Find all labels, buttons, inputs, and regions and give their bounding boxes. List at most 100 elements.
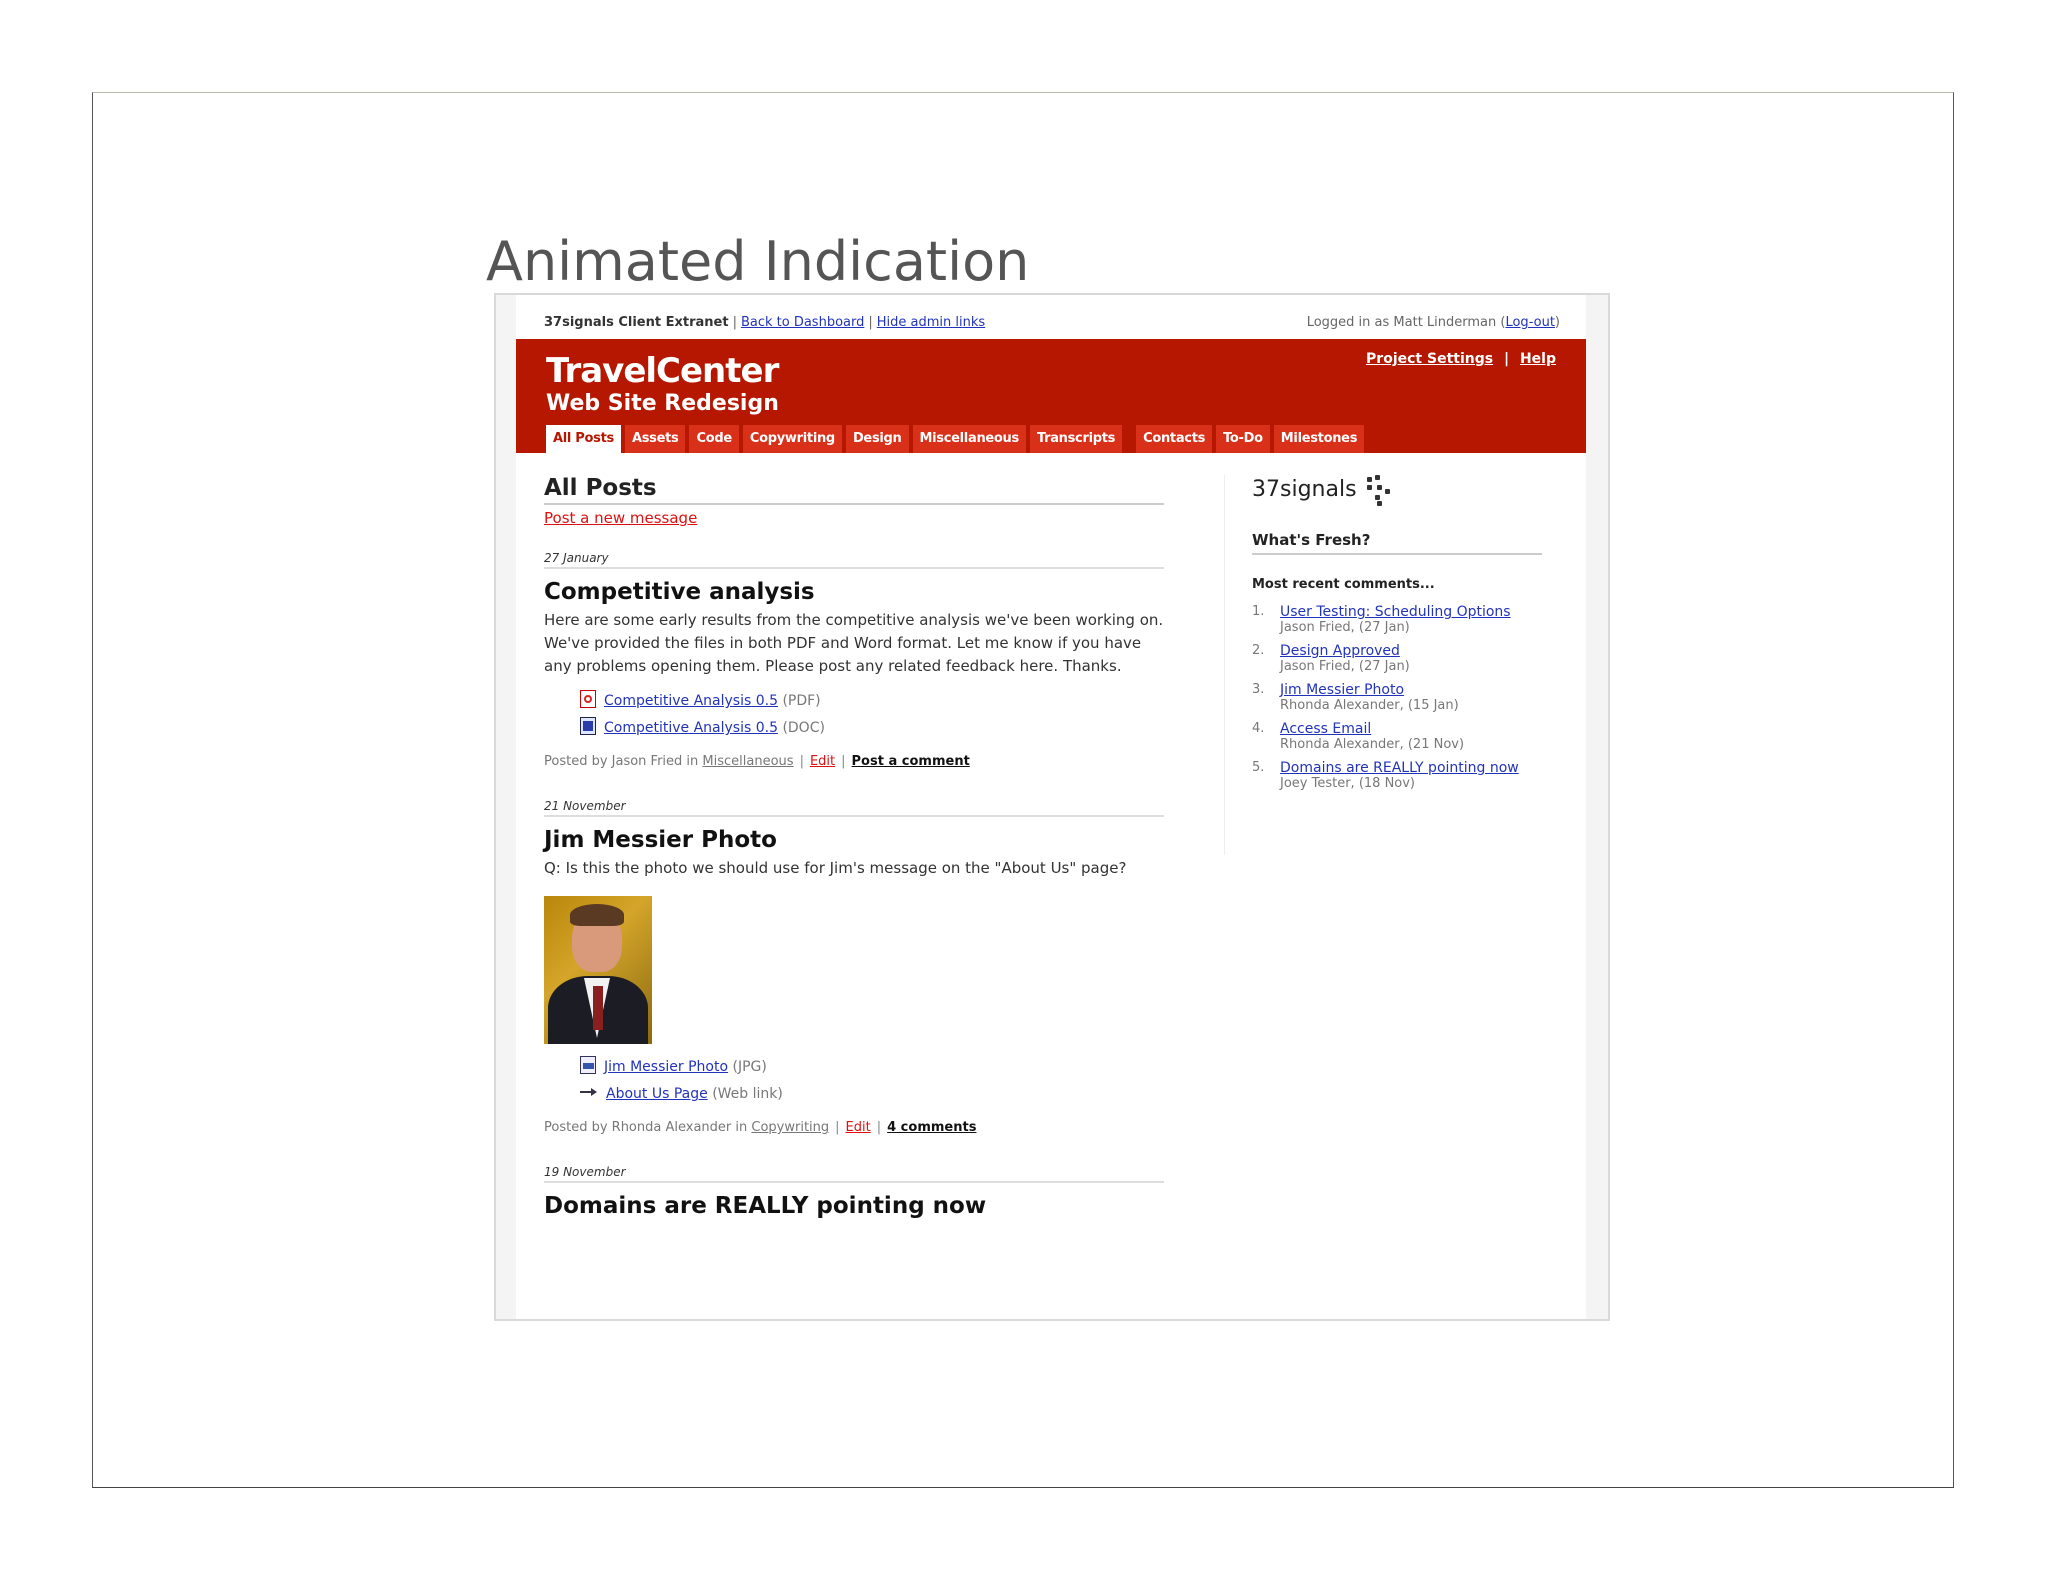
pdf-icon: [580, 690, 596, 708]
hide-admin-links-link[interactable]: Hide admin links: [877, 315, 985, 330]
company-logo: 37signals: [1252, 475, 1542, 506]
edit-link[interactable]: Edit: [810, 754, 835, 769]
post-title[interactable]: Jim Messier Photo: [544, 827, 1164, 853]
post-date: 27 January: [544, 551, 1164, 569]
item-number: 2.: [1252, 643, 1265, 658]
post-meta: Posted by Rhonda Alexander in Copywritin…: [544, 1120, 1164, 1135]
recent-comment-link[interactable]: Access Email: [1280, 721, 1371, 737]
item-number: 4.: [1252, 721, 1265, 736]
whats-fresh-heading: What's Fresh?: [1252, 531, 1542, 555]
post-title[interactable]: Domains are REALLY pointing now: [544, 1193, 1164, 1219]
tab-milestones[interactable]: Milestones: [1273, 425, 1365, 453]
attachment-link[interactable]: Competitive Analysis 0.5: [604, 693, 778, 709]
attachment-item: Competitive Analysis 0.5 (DOC): [580, 715, 1164, 742]
post-meta: Posted by Jason Fried in Miscellaneous | E…: [544, 754, 1164, 769]
post: 19 November Domains are REALLY pointing …: [544, 1165, 1164, 1219]
attachment-type: (PDF): [782, 693, 821, 709]
attachment-type: (Web link): [712, 1086, 783, 1102]
top-separator: |: [732, 315, 737, 330]
posts-heading: All Posts: [544, 475, 1164, 505]
tab-code[interactable]: Code: [689, 425, 739, 453]
recent-comments-heading: Most recent comments...: [1252, 577, 1435, 592]
meta-separator: |: [835, 1120, 840, 1135]
tab-copywriting[interactable]: Copywriting: [742, 425, 842, 453]
tab-miscellaneous[interactable]: Miscellaneous: [912, 425, 1026, 453]
attachment-link[interactable]: About Us Page: [606, 1086, 708, 1102]
attachment-item: About Us Page (Web link): [580, 1081, 1164, 1108]
category-link[interactable]: Copywriting: [751, 1120, 829, 1135]
top-separator: |: [868, 315, 873, 330]
recent-comment-author: Rhonda Alexander, (15 Jan): [1280, 698, 1459, 713]
top-bar-left: 37signals Client Extranet | Back to Dashbo…: [544, 315, 985, 330]
logout-link[interactable]: Log-out: [1505, 315, 1554, 330]
37signals-logo-icon: [1365, 475, 1395, 506]
attachment-item: Competitive Analysis 0.5 (PDF): [580, 688, 1164, 715]
nav-tabs: All Posts Assets Code Copywriting Design…: [546, 425, 1365, 453]
web-link-arrow-icon: [580, 1085, 598, 1099]
posted-by: Posted by Rhonda Alexander in: [544, 1120, 748, 1135]
tab-contacts[interactable]: Contacts: [1136, 425, 1213, 453]
back-to-dashboard-link[interactable]: Back to Dashboard: [741, 315, 864, 330]
recent-comment-link[interactable]: Design Approved: [1280, 643, 1400, 659]
tab-assets[interactable]: Assets: [624, 425, 686, 453]
tab-to-do[interactable]: To-Do: [1216, 425, 1270, 453]
top-bar: 37signals Client Extranet | Back to Dashbo…: [516, 295, 1586, 339]
meta-separator: |: [841, 754, 846, 769]
sidebar: 37signals What's Fresh? Most recent comm…: [1224, 475, 1542, 855]
attachments-list: Competitive Analysis 0.5 (PDF) Competiti…: [580, 688, 1164, 742]
list-item: 3. Jim Messier Photo Rhonda Alexander, (15…: [1252, 682, 1542, 713]
portrait-photo: [544, 896, 652, 1044]
brand-title: TravelCenter: [546, 351, 779, 391]
logged-in-text: Logged in as Matt Linderman (: [1306, 315, 1506, 330]
item-number: 5.: [1252, 760, 1265, 775]
post-date: 21 November: [544, 799, 1164, 817]
recent-comment-author: Joey Tester, (18 Nov): [1280, 776, 1416, 791]
comments-link[interactable]: 4 comments: [887, 1120, 976, 1135]
post-body: Here are some early results from the com…: [544, 611, 1164, 675]
slide-title: Animated Indication: [486, 230, 1030, 293]
sidebar-divider: [1224, 475, 1225, 855]
meta-separator: |: [876, 1120, 882, 1135]
post-title[interactable]: Competitive analysis: [544, 579, 1164, 605]
screenshot-frame: 37signals Client Extranet | Back to Dashbo…: [494, 293, 1610, 1321]
category-link[interactable]: Miscellaneous: [702, 754, 793, 769]
tab-design[interactable]: Design: [845, 425, 909, 453]
post-comment-link[interactable]: Post a comment: [852, 754, 970, 769]
recent-comment-author: Rhonda Alexander, (21 Nov): [1280, 737, 1465, 752]
item-number: 1.: [1252, 604, 1265, 619]
project-header: TravelCenter Web Site Redesign Project S…: [516, 339, 1586, 453]
posts-column: All Posts Post a new message 27 January …: [544, 475, 1164, 1219]
recent-comment-author: Jason Fried, (27 Jan): [1280, 620, 1410, 635]
tab-all-posts[interactable]: All Posts: [546, 425, 621, 453]
post-date: 19 November: [544, 1165, 1164, 1183]
item-number: 3.: [1252, 682, 1265, 697]
post: 21 November Jim Messier Photo Q: Is this…: [544, 799, 1164, 1135]
logged-in-close: ): [1554, 315, 1560, 330]
project-settings-link[interactable]: Project Settings: [1366, 351, 1493, 367]
posted-by: Posted by Jason Fried in: [544, 754, 699, 769]
recent-comment-link[interactable]: Jim Messier Photo: [1280, 682, 1404, 698]
recent-comment-link[interactable]: User Testing: Scheduling Options: [1280, 604, 1511, 620]
attachment-link[interactable]: Competitive Analysis 0.5: [604, 720, 778, 736]
attachments-list: Jim Messier Photo (JPG) About Us Page (W…: [580, 1054, 1164, 1108]
word-doc-icon: [580, 717, 596, 735]
attachment-type: (JPG): [732, 1059, 767, 1075]
logo-text: 37signals: [1252, 477, 1357, 502]
header-divider: |: [1503, 351, 1510, 367]
post-new-message-link[interactable]: Post a new message: [544, 509, 1164, 527]
image-file-icon: [580, 1056, 596, 1074]
recent-comment-link[interactable]: Domains are REALLY pointing now: [1280, 760, 1519, 776]
attachment-link[interactable]: Jim Messier Photo: [604, 1059, 728, 1075]
list-item: 4. Access Email Rhonda Alexander, (21 Nov): [1252, 721, 1542, 752]
list-item: 1. User Testing: Scheduling Options Jason …: [1252, 604, 1542, 635]
help-link[interactable]: Help: [1520, 351, 1556, 367]
attachment-item: Jim Messier Photo (JPG): [580, 1054, 1164, 1081]
edit-link[interactable]: Edit: [846, 1120, 871, 1135]
list-item: 2. Design Approved Jason Fried, (27 Jan): [1252, 643, 1542, 674]
post: 27 January Competitive analysis Here are…: [544, 551, 1164, 769]
tab-transcripts[interactable]: Transcripts: [1029, 425, 1123, 453]
recent-comment-author: Jason Fried, (27 Jan): [1280, 659, 1410, 674]
attachment-type: (DOC): [782, 720, 825, 736]
project-name: Web Site Redesign: [546, 391, 779, 416]
post-body: Q: Is this the photo we should use for J…: [544, 859, 1127, 877]
